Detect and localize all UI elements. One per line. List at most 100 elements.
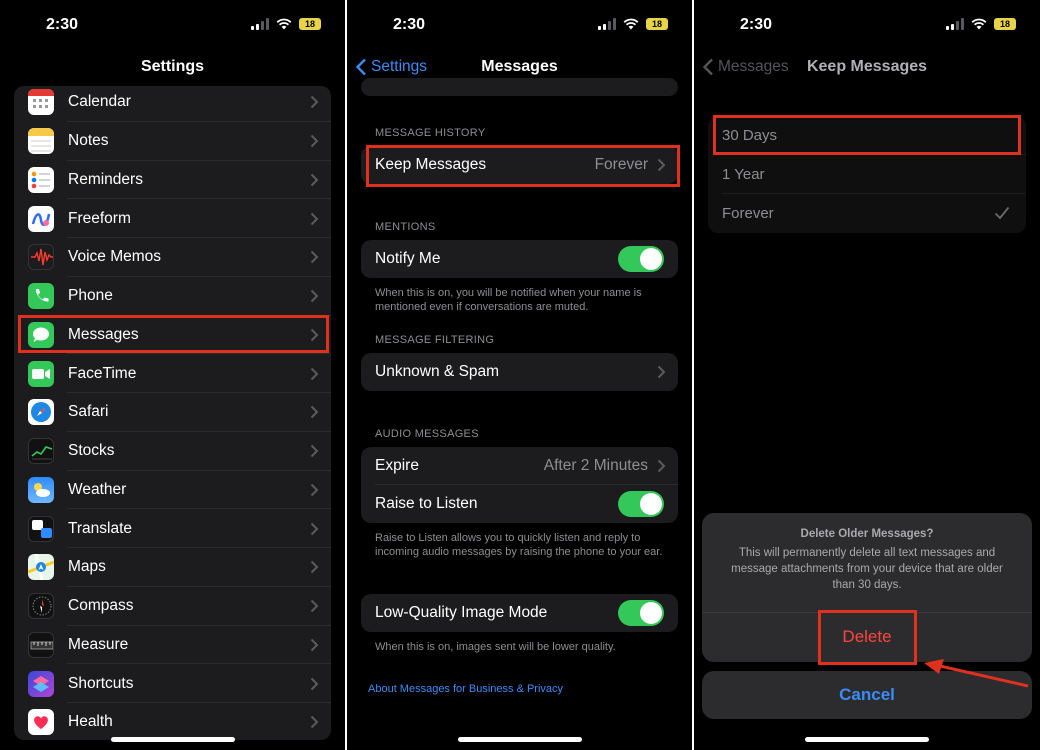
- home-indicator[interactable]: [805, 737, 929, 742]
- checkmark-icon: [994, 206, 1010, 220]
- settings-item-calendar[interactable]: Calendar: [14, 86, 331, 122]
- chevron-right-icon: [310, 444, 319, 458]
- settings-item-measure[interactable]: Measure: [14, 626, 331, 665]
- expire-row[interactable]: Expire After 2 Minutes: [361, 447, 678, 485]
- settings-item-label: Reminders: [68, 170, 143, 188]
- chevron-right-icon: [657, 365, 666, 379]
- page-title: Settings: [140, 58, 205, 75]
- chevron-right-icon: [310, 251, 319, 264]
- option-label: Forever: [722, 205, 774, 222]
- raise-to-listen-label: Raise to Listen: [375, 495, 478, 512]
- settings-item-safari[interactable]: Safari: [14, 393, 331, 432]
- low-quality-image-footer: When this is on, images sent will be low…: [375, 641, 616, 653]
- settings-item-facetime[interactable]: FaceTime: [14, 354, 331, 393]
- settings-item-translate[interactable]: Translate: [14, 509, 331, 548]
- settings-item-label: Calendar: [68, 93, 131, 111]
- settings-item-label: Measure: [68, 635, 129, 653]
- measure-icon: [28, 631, 54, 658]
- notify-me-toggle[interactable]: [618, 246, 664, 272]
- option-30-days[interactable]: 30 Days: [708, 116, 1026, 155]
- settings-item-voice-memos[interactable]: Voice Memos: [14, 238, 331, 277]
- home-indicator[interactable]: [457, 737, 582, 742]
- compass-icon: [28, 593, 54, 620]
- chevron-right-icon: [310, 716, 319, 729]
- settings-item-freeform[interactable]: Freeform: [14, 199, 331, 238]
- chevron-right-icon: [310, 561, 319, 574]
- raise-to-listen-toggle[interactable]: [618, 491, 664, 517]
- settings-item-messages[interactable]: Messages: [14, 316, 331, 355]
- keep-messages-row[interactable]: Keep Messages Forever: [361, 146, 678, 184]
- chevron-right-icon: [310, 173, 319, 187]
- chevron-right-icon: [310, 599, 319, 613]
- chevron-right-icon: [310, 134, 319, 148]
- reminders-icon: [28, 166, 54, 193]
- settings-item-stocks[interactable]: Stocks: [14, 432, 331, 471]
- settings-item-label: Compass: [68, 597, 134, 615]
- messages-icon: [28, 321, 54, 348]
- settings-item-health[interactable]: Health: [14, 703, 331, 740]
- messages-settings-screen: 2:30 18 Settings Messages MESSAGE HISTOR…: [347, 0, 692, 750]
- expire-value: After 2 Minutes: [543, 457, 648, 474]
- settings-item-shortcuts[interactable]: Shortcuts: [14, 664, 331, 703]
- previous-group-remnant: [361, 78, 678, 96]
- wifi-icon: [623, 18, 639, 30]
- dialog-title: Delete Older Messages?: [800, 528, 934, 540]
- settings-item-label: Health: [68, 713, 113, 731]
- option-forever[interactable]: Forever: [708, 194, 1026, 233]
- settings-item-phone[interactable]: Phone: [14, 277, 331, 316]
- settings-item-label: Shortcuts: [68, 674, 134, 692]
- maps-icon: [28, 554, 54, 581]
- delete-button[interactable]: Delete: [702, 612, 1032, 662]
- settings-item-label: Phone: [68, 287, 113, 305]
- calendar-icon: [28, 89, 54, 116]
- message-history-header: MESSAGE HISTORY: [375, 127, 486, 139]
- settings-item-reminders[interactable]: Reminders: [14, 161, 331, 200]
- settings-item-label: Maps: [68, 558, 106, 576]
- freeform-icon: [28, 205, 54, 232]
- settings-item-compass[interactable]: Compass: [14, 587, 331, 626]
- delete-confirmation-dialog: Delete Older Messages? This will permane…: [702, 513, 1032, 662]
- wifi-icon: [971, 18, 987, 30]
- business-privacy-link[interactable]: About Messages for Business & Privacy: [368, 683, 563, 695]
- settings-item-label: Notes: [68, 132, 109, 150]
- shortcuts-icon: [28, 670, 54, 697]
- chevron-right-icon: [310, 367, 319, 380]
- status-time: 2:30: [393, 16, 426, 33]
- filtering-group: Unknown & Spam: [361, 353, 678, 391]
- keep-messages-label: Keep Messages: [375, 156, 487, 173]
- keep-messages-group: Keep Messages Forever: [361, 146, 678, 184]
- settings-item-maps[interactable]: Maps: [14, 548, 331, 587]
- notify-me-footer: When this is on, you will be notified wh…: [375, 287, 642, 313]
- chevron-right-icon: [657, 158, 666, 172]
- dialog-message: This will permanently delete all text me…: [731, 547, 1003, 591]
- notify-me-label: Notify Me: [375, 250, 441, 267]
- option-1-year[interactable]: 1 Year: [708, 155, 1026, 194]
- cellular-signal-icon: [251, 18, 269, 30]
- home-indicator[interactable]: [110, 737, 235, 742]
- notify-me-row: Notify Me: [361, 240, 678, 278]
- phone-icon: [28, 283, 54, 310]
- raise-to-listen-row: Raise to Listen: [361, 485, 678, 523]
- settings-item-weather[interactable]: Weather: [14, 471, 331, 510]
- mentions-header: MENTIONS: [375, 221, 436, 233]
- wifi-icon: [276, 18, 292, 30]
- settings-item-label: Weather: [68, 480, 127, 498]
- facetime-icon: [28, 360, 54, 387]
- raise-to-listen-footer: Raise to Listen allows you to quickly li…: [375, 532, 663, 558]
- status-bar: 2:30 18: [0, 0, 345, 50]
- low-quality-image-toggle[interactable]: [618, 600, 664, 626]
- safari-icon: [28, 399, 54, 426]
- chevron-right-icon: [310, 406, 319, 419]
- settings-screen: 2:30 18 Settings Calendar Notes Reminder…: [0, 0, 345, 750]
- settings-item-notes[interactable]: Notes: [14, 122, 331, 161]
- unknown-spam-row[interactable]: Unknown & Spam: [361, 353, 678, 391]
- battery-icon: 18: [994, 18, 1016, 30]
- settings-item-label: Voice Memos: [68, 248, 162, 266]
- chevron-right-icon: [310, 638, 319, 652]
- keep-messages-value: Forever: [594, 156, 648, 173]
- chevron-right-icon: [657, 459, 666, 473]
- settings-list: Calendar Notes Reminders Freeform Voice …: [14, 86, 331, 740]
- settings-item-label: Stocks: [68, 442, 115, 460]
- settings-item-label: Translate: [68, 519, 133, 537]
- page-title: Keep Messages: [806, 58, 928, 75]
